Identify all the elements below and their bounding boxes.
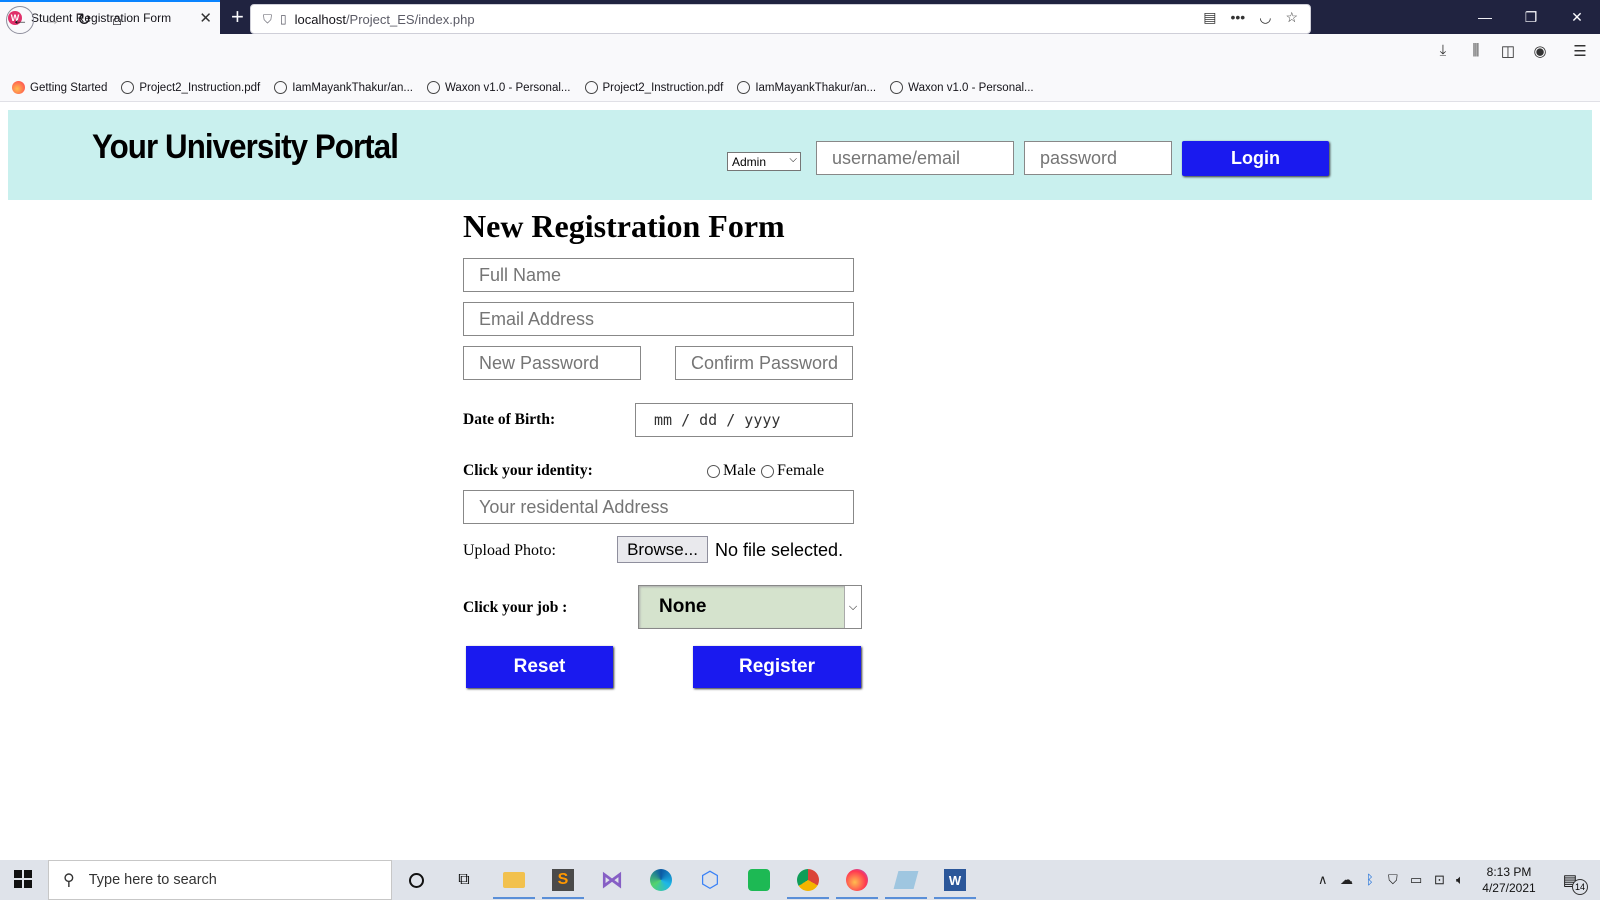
dob-label: Date of Birth: <box>463 411 556 428</box>
globe-icon <box>274 81 288 94</box>
job-select[interactable]: None ⌵ <box>638 585 862 629</box>
full-name-input[interactable]: Full Name <box>463 258 854 292</box>
email-input[interactable]: Email Address <box>463 302 854 336</box>
sidebar-icon[interactable]: ◫ <box>1497 42 1519 60</box>
search-icon: ⚲ <box>63 872 75 889</box>
username-input[interactable]: username/email <box>816 141 1014 175</box>
radio-circle-icon[interactable] <box>707 464 720 478</box>
role-selected: Admin <box>732 154 767 169</box>
task-view-icon[interactable]: ⧉ <box>449 866 479 894</box>
minimize-icon[interactable]: — <box>1462 0 1508 34</box>
battery-icon[interactable]: ▭ <box>1410 872 1422 888</box>
login-button[interactable]: Login <box>1182 141 1329 176</box>
chevron-down-icon: ⌵ <box>789 154 797 165</box>
bookmark-item[interactable]: Project2_Instruction.pdf <box>121 81 260 94</box>
role-select[interactable]: Admin ⌵ <box>727 152 801 171</box>
tray-expand-icon[interactable]: ∧ <box>1318 872 1328 888</box>
bookmark-star-icon[interactable]: ☆ <box>1285 9 1298 26</box>
navigation-bar <box>0 34 1600 74</box>
word-icon[interactable]: W <box>934 866 976 899</box>
globe-icon <box>890 81 904 94</box>
bookmark-item[interactable]: Waxon v1.0 - Personal... <box>427 81 571 94</box>
close-tab-icon[interactable]: ✕ <box>199 9 212 27</box>
windows-start-icon[interactable] <box>14 870 32 888</box>
confirm-password-input[interactable]: Confirm Password <box>675 346 853 380</box>
globe-icon <box>121 81 135 94</box>
forward-icon[interactable]: → <box>38 6 66 34</box>
chat-app-icon[interactable] <box>744 866 774 894</box>
taskbar-search[interactable]: ⚲ Type here to search <box>48 860 392 900</box>
bookmark-item[interactable]: Waxon v1.0 - Personal... <box>890 81 1034 94</box>
new-tab-icon[interactable]: + <box>231 3 244 31</box>
globe-icon <box>584 81 598 94</box>
file-explorer-icon[interactable] <box>493 866 535 899</box>
radio-circle-icon[interactable] <box>761 464 774 478</box>
identity-label: Click your identity: <box>463 462 593 479</box>
close-window-icon[interactable]: ✕ <box>1554 0 1600 34</box>
reload-icon[interactable]: ↻ <box>70 6 98 34</box>
no-file-text: No file selected. <box>715 540 844 560</box>
account-icon[interactable]: ◉ <box>1529 42 1551 60</box>
bookmark-item[interactable]: IamMayankThakur/an... <box>274 81 413 94</box>
dob-input[interactable]: mm / dd / yyyy <box>635 403 853 437</box>
reset-button[interactable]: Reset <box>466 646 613 688</box>
security-icon[interactable]: ⛉ <box>1388 872 1398 888</box>
upload-photo-label: Upload Photo: <box>463 542 556 559</box>
sublime-text-icon[interactable]: S <box>542 866 584 899</box>
menu-icon[interactable]: ☰ <box>1569 42 1591 60</box>
pocket-icon[interactable]: ◡ <box>1259 9 1271 26</box>
taskbar-clock[interactable]: 8:13 PM 4/27/2021 <box>1475 864 1543 896</box>
onedrive-icon[interactable]: ☁ <box>1340 872 1353 888</box>
bookmarks-bar: Getting Started Project2_Instruction.pdf… <box>0 74 1600 102</box>
url-path: /Project_ES/index.php <box>345 11 475 27</box>
shield-icon[interactable]: ⛉ <box>263 12 272 27</box>
reader-view-icon[interactable]: ▤ <box>1203 9 1216 26</box>
globe-icon <box>737 81 751 94</box>
url-host: localhost <box>294 11 346 27</box>
bookmark-getting-started[interactable]: Getting Started <box>12 81 107 94</box>
job-selected: None <box>659 596 707 617</box>
new-password-input[interactable]: New Password <box>463 346 641 380</box>
back-icon[interactable]: ← <box>6 6 34 34</box>
gender-male-radio[interactable]: Male <box>707 462 756 480</box>
register-button[interactable]: Register <box>693 646 861 688</box>
volume-icon[interactable]: 🔈︎ <box>1456 872 1464 888</box>
job-label: Click your job : <box>463 599 568 616</box>
globe-icon <box>427 81 440 94</box>
firefox-icon <box>12 81 25 94</box>
edge-icon[interactable] <box>646 866 676 894</box>
form-title: New Registration Form <box>463 208 785 244</box>
bluetooth-icon[interactable]: ᛒ <box>1366 872 1374 887</box>
downloads-icon[interactable]: ⤓ <box>1432 42 1454 59</box>
password-input[interactable]: password <box>1024 141 1172 175</box>
cortana-icon[interactable] <box>401 866 431 894</box>
bookmark-item[interactable]: Project2_Instruction.pdf <box>584 81 723 94</box>
more-actions-icon[interactable]: ••• <box>1231 9 1246 26</box>
notification-badge: 14 <box>1572 879 1588 895</box>
firefox-taskbar-icon[interactable] <box>836 866 878 899</box>
chrome-icon[interactable] <box>787 866 829 899</box>
clock-time: 8:13 PM <box>1486 865 1532 879</box>
address-bar[interactable]: ⛉ ▯ localhost/Project_ES/index.php ▤ •••… <box>250 4 1311 34</box>
browse-button[interactable]: Browse... <box>617 536 708 563</box>
notepad-icon[interactable] <box>885 866 927 899</box>
portal-title: Your University Portal <box>92 128 399 166</box>
page-icon: ▯ <box>280 12 287 26</box>
network-icon[interactable]: ⊡ <box>1434 872 1445 888</box>
notification-icon[interactable]: ▤ 14 <box>1558 867 1588 895</box>
restore-icon[interactable]: ❐ <box>1508 0 1554 34</box>
address-input[interactable]: Your residental Address <box>463 490 854 524</box>
clock-date: 4/27/2021 <box>1482 881 1536 895</box>
home-icon[interactable]: ⌂ <box>103 6 131 34</box>
app-hexagon-icon[interactable]: ⬡ <box>695 866 725 894</box>
visual-studio-icon[interactable]: ⋈ <box>597 866 627 894</box>
chevron-down-icon: ⌵ <box>844 586 861 628</box>
gender-female-radio[interactable]: Female <box>761 462 824 480</box>
library-icon[interactable]: ⫼ <box>1465 42 1487 59</box>
bookmark-item[interactable]: IamMayankThakur/an... <box>737 81 876 94</box>
